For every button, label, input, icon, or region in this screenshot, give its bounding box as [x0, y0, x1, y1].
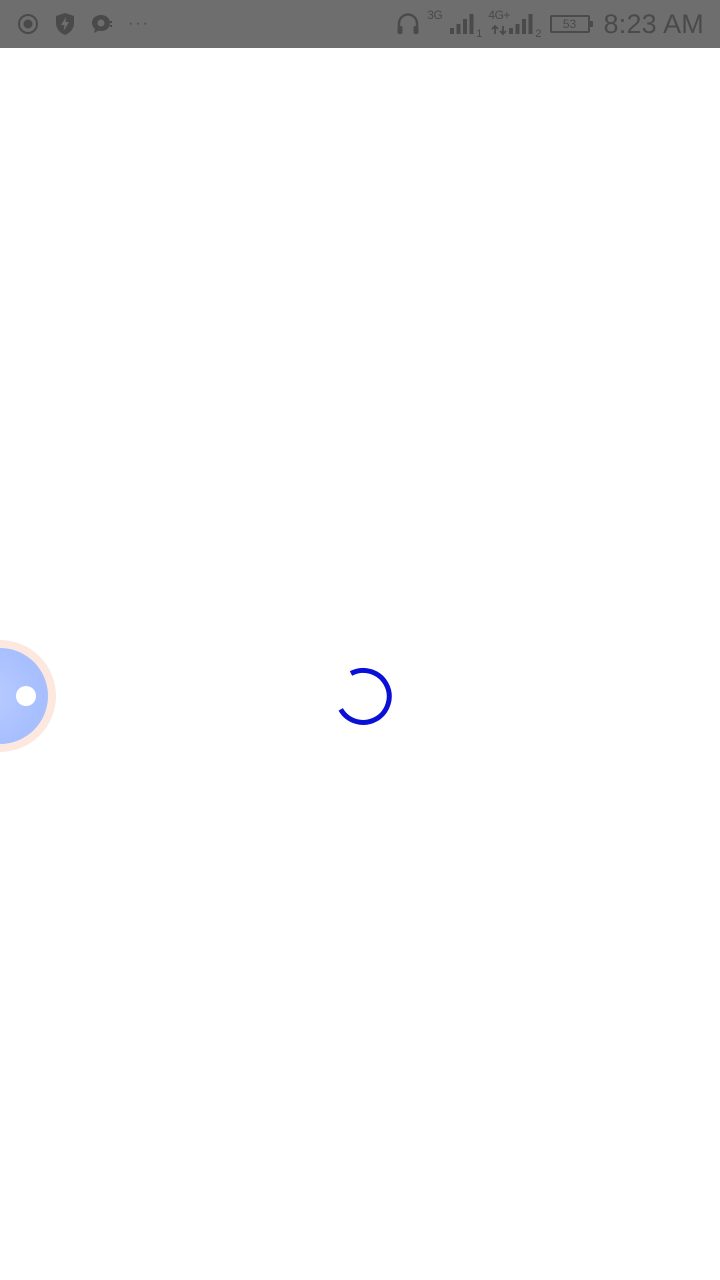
sim1-number: 1 [476, 28, 483, 40]
sim1-signal: 3G 1 [427, 8, 482, 40]
sim2-signal: 4G+ 2 [488, 8, 541, 40]
more-notifications-icon: ··· [128, 15, 150, 32]
signal-bars-icon [449, 12, 475, 36]
battery-level: 53 [562, 17, 577, 31]
assistive-touch-icon [0, 648, 48, 744]
battery-icon: 53 [549, 15, 593, 33]
status-clock: 8:23 AM [603, 8, 704, 39]
signal-bars-icon [508, 12, 534, 36]
screen: ··· 3G 1 4G+ 2 53 8:23 AM [0, 0, 720, 1280]
headphones-icon [395, 11, 421, 37]
floating-assistive-button[interactable] [0, 640, 56, 752]
loading-spinner-icon [338, 667, 392, 725]
shield-bolt-icon [54, 12, 76, 36]
status-right-icons: 3G 1 4G+ 2 53 8:23 AM [395, 8, 704, 40]
assistive-touch-dot [16, 686, 36, 706]
spinner-arc [338, 667, 392, 725]
status-left-icons: ··· [16, 12, 150, 36]
chat-bubble-icon [90, 12, 114, 36]
sim2-number: 2 [535, 28, 542, 40]
status-bar: ··· 3G 1 4G+ 2 53 8:23 AM [0, 0, 720, 48]
network-type-sim1: 3G [427, 8, 443, 22]
record-icon [16, 12, 40, 36]
network-type-sim2: 4G+ [488, 8, 510, 22]
